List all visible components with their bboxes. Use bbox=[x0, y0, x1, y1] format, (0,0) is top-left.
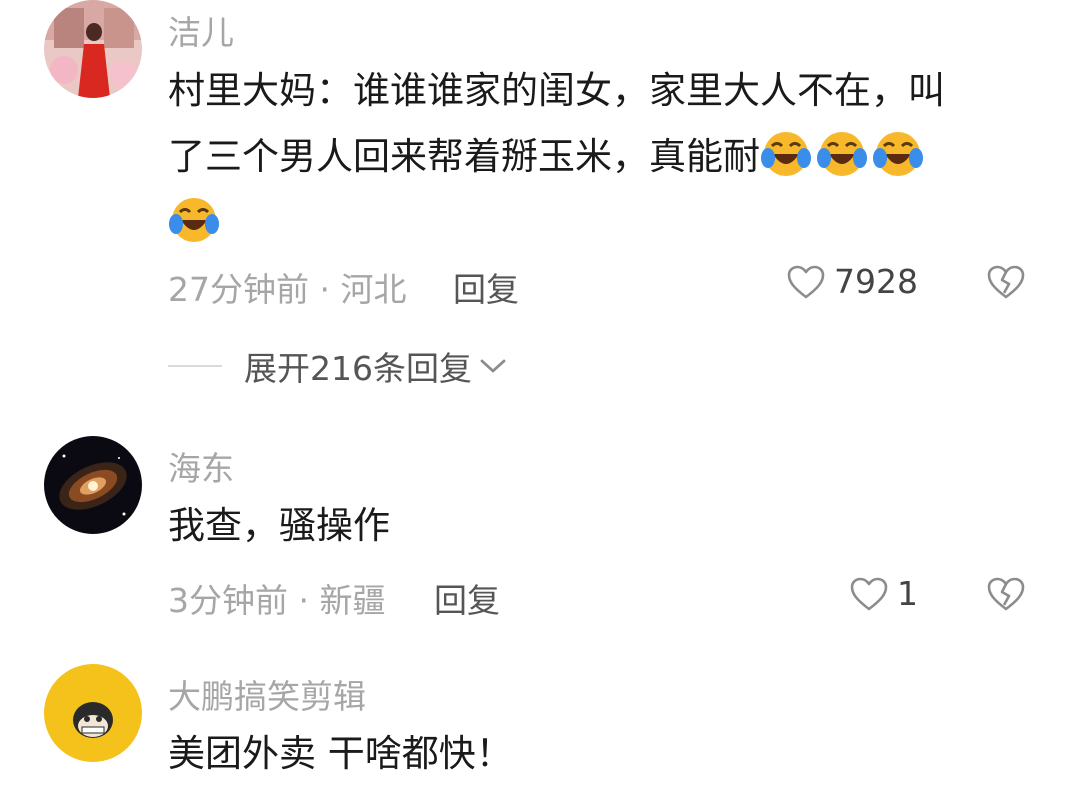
expand-replies-label: 展开216条回复 bbox=[244, 349, 472, 388]
comment-time-location: 27分钟前 · 河北 bbox=[168, 270, 407, 309]
broken-heart-icon[interactable] bbox=[986, 575, 1026, 613]
avatar-image bbox=[44, 664, 142, 762]
avatar[interactable] bbox=[44, 664, 142, 762]
heart-outline-icon bbox=[850, 577, 888, 610]
avatar-image bbox=[44, 436, 142, 534]
comment-text: 美团外卖 干啥都快！ bbox=[168, 732, 513, 775]
comment-text: 我查，骚操作 bbox=[168, 504, 390, 547]
comment-username[interactable]: 海东 bbox=[168, 442, 234, 490]
reply-button[interactable]: 回复 bbox=[434, 574, 500, 622]
comment-text-line-2: 了三个男人回来帮着掰玉米，真能耐 bbox=[168, 135, 760, 178]
like-count: 7928 bbox=[834, 262, 918, 301]
laugh-cry-emoji bbox=[816, 126, 868, 178]
broken-heart-icon[interactable] bbox=[986, 263, 1026, 301]
avatar-image bbox=[44, 0, 142, 98]
reply-button[interactable]: 回复 bbox=[453, 263, 519, 311]
like-button[interactable]: 7928 bbox=[786, 262, 918, 301]
divider-line bbox=[168, 365, 222, 367]
comment-time-location: 3分钟前 · 新疆 bbox=[168, 581, 386, 620]
like-button[interactable]: 1 bbox=[849, 574, 918, 613]
like-count: 1 bbox=[897, 574, 918, 613]
avatar[interactable] bbox=[44, 0, 142, 98]
chevron-down-icon bbox=[480, 359, 506, 373]
comment-text-line: 了三个男人回来帮着掰玉米，真能耐 bbox=[168, 124, 1038, 190]
comment-username[interactable]: 洁儿 bbox=[168, 6, 234, 54]
expand-replies-button[interactable]: 展开216条回复 bbox=[168, 342, 508, 390]
laugh-cry-emoji bbox=[872, 126, 924, 178]
comment-text: 村里大妈：谁谁谁家的闺女，家里大人不在，叫 了三个男人回来帮着掰玉米，真能耐 bbox=[168, 58, 1038, 256]
comment-text-line: 村里大妈：谁谁谁家的闺女，家里大人不在，叫 bbox=[168, 69, 945, 112]
laugh-cry-emoji bbox=[760, 126, 812, 178]
comment-username[interactable]: 大鹏搞笑剪辑 bbox=[168, 670, 366, 718]
comment-text-line bbox=[168, 190, 1038, 256]
heart-outline-icon bbox=[787, 265, 825, 298]
laugh-cry-emoji bbox=[168, 192, 220, 244]
avatar[interactable] bbox=[44, 436, 142, 534]
